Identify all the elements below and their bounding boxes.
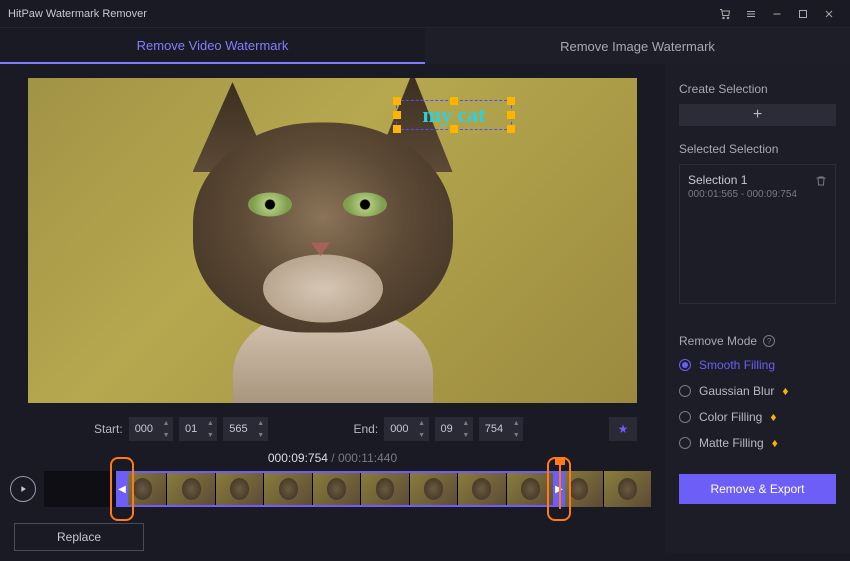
- chevron-down-icon[interactable]: ▼: [203, 429, 217, 441]
- selection-list: Selection 1 000:01:565 - 000:09:754: [679, 164, 836, 304]
- timeline-thumb[interactable]: [506, 471, 554, 507]
- timeline-thumb[interactable]: [263, 471, 311, 507]
- premium-icon: ♦: [782, 384, 788, 398]
- timeline[interactable]: ◀ ▶: [44, 471, 651, 507]
- cart-icon[interactable]: [712, 0, 738, 28]
- resize-handle[interactable]: [393, 111, 401, 119]
- mode-color-filling[interactable]: Color Filling ♦: [679, 410, 836, 424]
- chevron-up-icon[interactable]: ▲: [459, 417, 473, 429]
- timeline-thumb[interactable]: [457, 471, 505, 507]
- timeline-dead-zone: [44, 471, 118, 507]
- chevron-down-icon[interactable]: ▼: [415, 429, 429, 441]
- end-label: End:: [354, 422, 379, 436]
- play-button[interactable]: [10, 476, 36, 502]
- timeline-thumb[interactable]: [166, 471, 214, 507]
- app-title: HitPaw Watermark Remover: [8, 8, 147, 20]
- chevron-up-icon[interactable]: ▲: [254, 417, 268, 429]
- resize-handle[interactable]: [393, 125, 401, 133]
- favorite-button[interactable]: ★: [609, 417, 637, 441]
- end-ms-stepper[interactable]: 754▲▼: [479, 417, 523, 441]
- remove-mode-label: Remove Mode: [679, 334, 757, 348]
- start-mm-stepper[interactable]: 01▲▼: [179, 417, 217, 441]
- radio-icon: [679, 385, 691, 397]
- end-hh-stepper[interactable]: 000▲▼: [384, 417, 428, 441]
- selection-name: Selection 1: [688, 173, 827, 187]
- resize-handle[interactable]: [450, 125, 458, 133]
- premium-icon: ♦: [770, 410, 776, 424]
- remove-export-button[interactable]: Remove & Export: [679, 474, 836, 504]
- timecode-display: 000:09:754 / 000:11:440: [0, 449, 665, 471]
- preview-image: [133, 92, 533, 403]
- start-ms-stepper[interactable]: 565▲▼: [223, 417, 267, 441]
- selected-selection-label: Selected Selection: [679, 142, 836, 156]
- watermark-selection-box[interactable]: my cat: [396, 100, 512, 130]
- close-icon[interactable]: [816, 0, 842, 28]
- end-mm-stepper[interactable]: 09▲▼: [435, 417, 473, 441]
- resize-handle[interactable]: [450, 97, 458, 105]
- premium-icon: ♦: [772, 436, 778, 450]
- timeline-thumb[interactable]: [409, 471, 457, 507]
- resize-handle[interactable]: [507, 111, 515, 119]
- delete-selection-button[interactable]: [815, 175, 827, 190]
- radio-icon: [679, 411, 691, 423]
- range-handle-left[interactable]: ◀: [116, 471, 128, 507]
- minimize-icon[interactable]: [764, 0, 790, 28]
- star-icon: ★: [618, 422, 629, 436]
- tab-image-watermark[interactable]: Remove Image Watermark: [425, 28, 850, 64]
- mode-matte-filling[interactable]: Matte Filling ♦: [679, 436, 836, 450]
- resize-handle[interactable]: [507, 125, 515, 133]
- maximize-icon[interactable]: [790, 0, 816, 28]
- chevron-up-icon[interactable]: ▲: [415, 417, 429, 429]
- resize-handle[interactable]: [507, 97, 515, 105]
- selection-time: 000:01:565 - 000:09:754: [688, 189, 827, 200]
- chevron-down-icon[interactable]: ▼: [254, 429, 268, 441]
- menu-icon[interactable]: [738, 0, 764, 28]
- chevron-down-icon[interactable]: ▼: [159, 429, 173, 441]
- timeline-thumb[interactable]: [312, 471, 360, 507]
- chevron-down-icon[interactable]: ▼: [509, 429, 523, 441]
- chevron-up-icon[interactable]: ▲: [509, 417, 523, 429]
- start-label: Start:: [94, 422, 123, 436]
- radio-icon: [679, 437, 691, 449]
- playhead[interactable]: [559, 457, 561, 509]
- create-selection-label: Create Selection: [679, 82, 836, 96]
- mode-smooth-filling[interactable]: Smooth Filling: [679, 358, 836, 372]
- chevron-up-icon[interactable]: ▲: [159, 417, 173, 429]
- chevron-up-icon[interactable]: ▲: [203, 417, 217, 429]
- timeline-thumb[interactable]: [360, 471, 408, 507]
- resize-handle[interactable]: [393, 97, 401, 105]
- selection-item[interactable]: Selection 1 000:01:565 - 000:09:754: [688, 173, 827, 200]
- help-icon[interactable]: ?: [763, 335, 775, 347]
- replace-button[interactable]: Replace: [14, 523, 144, 551]
- tab-video-watermark[interactable]: Remove Video Watermark: [0, 28, 425, 64]
- timeline-thumb[interactable]: [603, 471, 651, 507]
- add-selection-button[interactable]: +: [679, 104, 836, 126]
- start-hh-stepper[interactable]: 000▲▼: [129, 417, 173, 441]
- chevron-down-icon[interactable]: ▼: [459, 429, 473, 441]
- mode-gaussian-blur[interactable]: Gaussian Blur ♦: [679, 384, 836, 398]
- radio-icon: [679, 359, 691, 371]
- timeline-thumb[interactable]: [215, 471, 263, 507]
- video-preview[interactable]: my cat: [28, 78, 637, 403]
